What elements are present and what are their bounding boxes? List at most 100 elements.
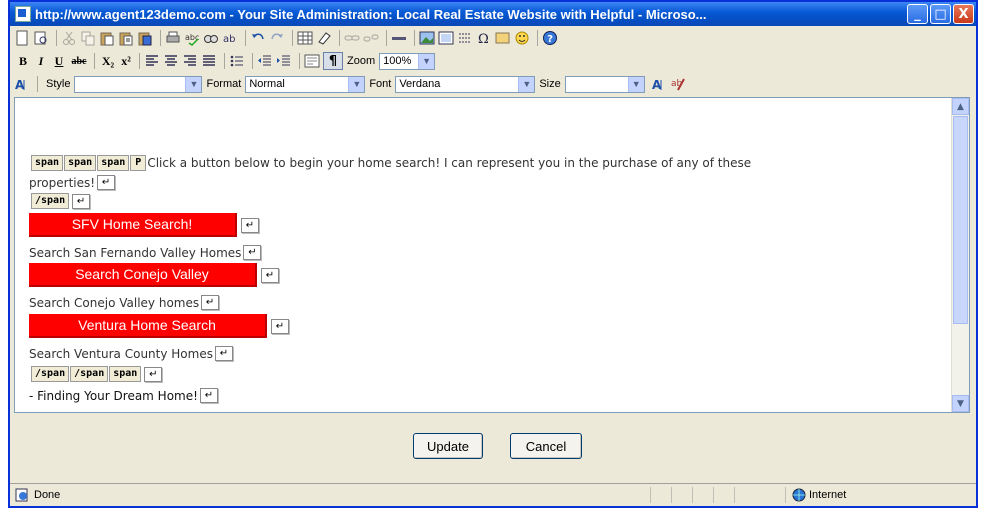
paste-icon[interactable] <box>99 30 115 46</box>
close-button[interactable]: X <box>953 4 974 24</box>
ventura-caption: Search Ventura County Homes <box>29 346 213 361</box>
toolbar-separator <box>160 30 161 46</box>
toolbar-separator <box>386 30 387 46</box>
vertical-scrollbar[interactable]: ▲ ▼ <box>951 98 969 412</box>
underline-button[interactable]: U <box>50 54 68 69</box>
new-document-icon[interactable] <box>14 30 30 46</box>
toolbar-separator <box>299 53 300 69</box>
smiley-icon[interactable] <box>514 30 530 46</box>
replace-icon[interactable]: ab <box>222 30 238 46</box>
eraser-icon[interactable] <box>316 30 332 46</box>
text-color-icon[interactable]: A <box>651 76 667 92</box>
help-icon[interactable]: ? <box>542 30 558 46</box>
align-center-icon[interactable] <box>163 53 179 69</box>
search-conejo-valley-button[interactable]: Search Conejo Valley <box>29 263 257 287</box>
superscript-button[interactable]: x² <box>117 54 135 69</box>
return-icon: ↵ <box>241 217 259 233</box>
special-char-icon[interactable]: Ω <box>476 30 492 47</box>
page-break-icon[interactable] <box>457 30 473 46</box>
toolbar-row-1: abc ab Ω ? <box>10 27 976 49</box>
cut-icon[interactable] <box>61 30 77 46</box>
unlink-icon[interactable] <box>363 30 379 46</box>
bulleted-list-icon[interactable] <box>229 53 245 69</box>
toolbar-separator <box>252 53 253 69</box>
align-left-icon[interactable] <box>144 53 160 69</box>
link-icon[interactable] <box>344 30 360 46</box>
tag-row-close: /span /span span ↵ <box>31 366 163 382</box>
sfv-caption-row: Search San Fernando Valley Homes ↵ <box>29 245 262 260</box>
return-icon: ↵ <box>97 175 116 190</box>
paragraph-tag-marker[interactable]: P <box>130 155 147 171</box>
toolbar-separator <box>245 30 246 46</box>
spellcheck-icon[interactable]: abc <box>184 30 200 46</box>
subscript-button[interactable]: X₂ <box>99 54 117 69</box>
sfv-home-search-button[interactable]: SFV Home Search! <box>29 213 237 237</box>
strikethrough-button[interactable]: abc <box>68 56 90 67</box>
horizontal-rule-icon[interactable] <box>391 30 407 46</box>
copy-icon[interactable] <box>80 30 96 46</box>
show-formatting-button[interactable]: ¶ <box>323 52 343 70</box>
update-button[interactable]: Update <box>413 433 483 459</box>
size-select[interactable]: ▼ <box>564 75 645 93</box>
align-justify-icon[interactable] <box>201 53 217 69</box>
toolbar-separator <box>56 30 57 46</box>
indent-icon[interactable] <box>276 53 292 69</box>
font-value: Verdana <box>399 78 441 90</box>
undo-icon[interactable] <box>250 30 266 46</box>
redo-icon[interactable] <box>269 30 285 46</box>
chevron-down-icon: ▼ <box>185 76 202 92</box>
style-select[interactable]: ▼ <box>74 75 203 93</box>
scroll-up-icon[interactable]: ▲ <box>952 98 969 115</box>
preview-icon[interactable] <box>33 30 49 46</box>
scroll-down-icon[interactable]: ▼ <box>952 395 969 412</box>
conejo-button-row: Search Conejo Valley ↵ <box>29 263 279 287</box>
title-bar[interactable]: http://www.agent123demo.com - Your Site … <box>10 2 976 26</box>
highlight-color-icon[interactable]: ab <box>670 76 686 92</box>
outdent-icon[interactable] <box>257 53 273 69</box>
smart-tag-icon[interactable] <box>495 30 511 46</box>
flash-icon[interactable] <box>438 30 454 46</box>
format-select[interactable]: Normal ▼ <box>245 75 366 93</box>
style-label: Style <box>46 78 71 90</box>
return-icon: ↵ <box>201 295 220 310</box>
tag-marker[interactable]: /span <box>31 193 70 209</box>
table-icon[interactable] <box>297 30 313 46</box>
font-select[interactable]: Verdana ▼ <box>395 75 536 93</box>
bold-button[interactable]: B <box>14 54 32 69</box>
find-icon[interactable] <box>203 30 219 46</box>
font-style-icon[interactable]: A <box>14 76 30 92</box>
zoom-select[interactable]: 100% ▼ <box>379 52 436 70</box>
scroll-thumb[interactable] <box>953 116 968 324</box>
tag-marker[interactable]: /span <box>31 366 70 382</box>
toolbar-separator <box>537 30 538 46</box>
paste-word-icon[interactable] <box>137 30 153 46</box>
ventura-caption-row: Search Ventura County Homes ↵ <box>29 346 233 361</box>
tag-marker[interactable]: span <box>109 366 142 382</box>
return-icon: ↵ <box>243 245 262 260</box>
browser-window: http://www.agent123demo.com - Your Site … <box>8 0 978 508</box>
toolbar-row-2: B I U abc X₂ x² ¶ Zoom 100% ▼ <box>10 50 976 72</box>
maximize-button[interactable]: □ <box>930 4 951 24</box>
image-icon[interactable] <box>419 30 435 46</box>
minimize-button[interactable]: _ <box>907 4 928 24</box>
chevron-down-icon: ▼ <box>518 76 535 92</box>
italic-button[interactable]: I <box>32 54 50 69</box>
tag-marker[interactable]: span <box>31 155 64 171</box>
tag-marker[interactable]: span <box>64 155 97 171</box>
print-icon[interactable] <box>165 30 181 46</box>
intro-text-line-2: properties! <box>29 175 96 190</box>
sfv-caption: Search San Fernando Valley Homes <box>29 245 242 260</box>
paste-text-icon[interactable] <box>118 30 134 46</box>
wysiwyg-editor[interactable]: span span span P Click a button below to… <box>14 97 970 413</box>
tag-marker[interactable]: /span <box>70 366 109 382</box>
ventura-button-row: Ventura Home Search ↵ <box>29 314 289 338</box>
ventura-home-search-button[interactable]: Ventura Home Search <box>29 314 267 338</box>
source-view-icon[interactable] <box>304 53 320 69</box>
return-icon: ↵ <box>72 193 91 209</box>
return-icon: ↵ <box>261 267 279 283</box>
zone-text: Internet <box>809 489 847 501</box>
font-label: Font <box>369 78 392 90</box>
align-right-icon[interactable] <box>182 53 198 69</box>
cancel-button[interactable]: Cancel <box>510 433 582 459</box>
tag-marker[interactable]: span <box>97 155 130 171</box>
